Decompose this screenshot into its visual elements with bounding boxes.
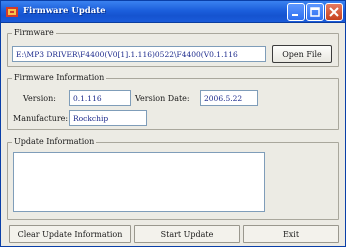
minimize-button[interactable] <box>287 3 305 21</box>
version-date-field[interactable]: 2006.5.22 <box>200 90 258 106</box>
update-information-log[interactable] <box>13 152 265 212</box>
clear-update-information-button[interactable]: Clear Update Information <box>9 225 131 243</box>
app-icon <box>6 6 18 18</box>
update-information-group-label: Update Information <box>12 137 97 146</box>
manufacture-field[interactable]: Rockchip <box>69 110 147 126</box>
firmware-group-label: Firmware <box>12 28 56 37</box>
open-file-button[interactable]: Open File <box>272 45 332 63</box>
maximize-button[interactable] <box>306 3 324 21</box>
window-title: Firmware Update <box>23 6 106 16</box>
exit-button[interactable]: Exit <box>243 225 339 243</box>
start-update-button[interactable]: Start Update <box>134 225 240 243</box>
close-button[interactable] <box>325 3 343 21</box>
manufacture-label: Manufacture: <box>13 114 69 123</box>
firmware-path-field[interactable]: E:\MP3 DRIVER\F4400(V0[1].1.116)0522\F44… <box>12 46 266 62</box>
version-date-label: Version Date: <box>135 94 190 103</box>
version-label: Version: <box>23 94 56 103</box>
firmware-update-window: Firmware Update Firmware E:\MP3 DRIVER\F… <box>0 0 346 247</box>
title-bar[interactable]: Firmware Update <box>1 1 345 23</box>
version-field[interactable]: 0.1.116 <box>69 90 131 106</box>
firmware-information-group-label: Firmware Information <box>12 73 107 82</box>
